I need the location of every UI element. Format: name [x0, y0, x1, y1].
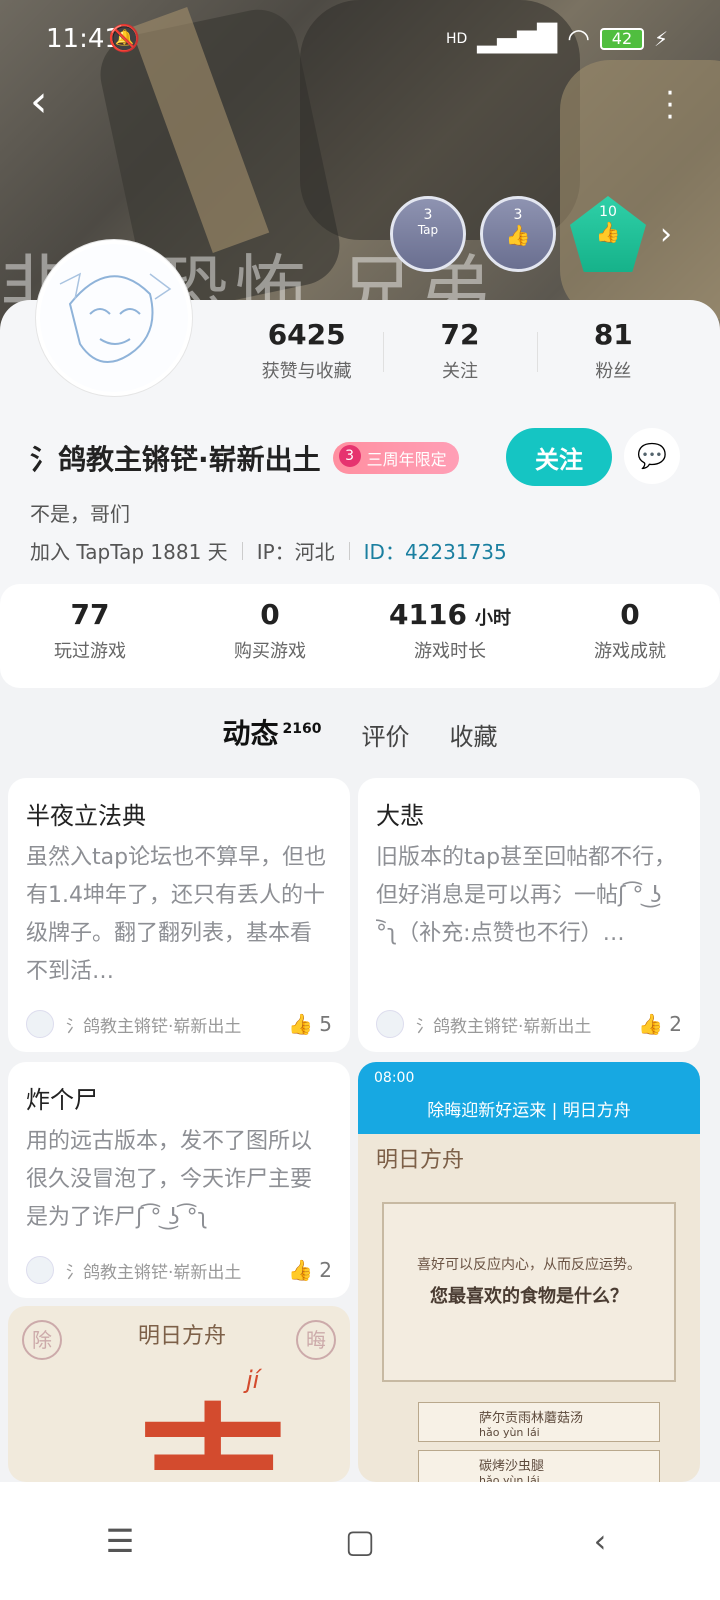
stat-played[interactable]: 77 玩过游戏 [0, 584, 180, 688]
home-icon[interactable]: ▢ [330, 1511, 390, 1571]
tab-feed[interactable]: 动态 2160 [222, 712, 321, 756]
option-1[interactable]: 萨尔贡雨林蘑菇汤 hǎo yùn lái [418, 1402, 660, 1442]
content-tabs: 动态 2160 评价 收藏 [0, 712, 720, 756]
system-nav-bar: ☰ ▢ ‹ [0, 1482, 720, 1600]
post-card[interactable]: 半夜立法典 虽然入tap论坛也不算早，但也有1.4坤年了，还只有丢人的十级牌子。… [8, 778, 350, 1052]
image-post-card[interactable]: 08:00 除晦迎新好运来 | 明日方舟 明日方舟 喜好可以反应内心，从而反应运… [358, 1062, 700, 1482]
stat-playtime[interactable]: 4116 小时 游戏时长 [360, 584, 540, 688]
back-icon[interactable]: ‹ [570, 1511, 630, 1571]
author-avatar [376, 1010, 404, 1038]
wifi-icon: ◠ [567, 24, 590, 54]
tab-reviews[interactable]: 评价 [361, 717, 409, 752]
thumbs-up-icon: 👍 [505, 223, 531, 247]
stat-following[interactable]: 72 关注 [383, 318, 536, 383]
meta-row: 加入 TapTap 1881 天 IP：河北 ID：42231735 [30, 536, 507, 565]
menu-icon[interactable]: ☰ [90, 1511, 150, 1571]
notification-mute-icon: 🔕 [108, 24, 141, 54]
question-panel: 喜好可以反应内心，从而反应运势。 您最喜欢的食物是什么？ [382, 1202, 676, 1382]
name-row: 氵鸽教主锵铓·崭新出土 三周年限定 [30, 438, 459, 478]
ip-info: IP：河北 [256, 540, 335, 564]
badge-2[interactable]: 3 👍 [480, 196, 556, 272]
screenshot-topbar: 08:00 除晦迎新好运来 | 明日方舟 [358, 1062, 700, 1134]
image-post-card[interactable]: 除 晦 明日方舟 吉 jí [8, 1306, 350, 1482]
thumbs-up-icon[interactable]: 👍 [288, 1258, 313, 1282]
brand-text: 明日方舟 [376, 1148, 465, 1173]
badge-3[interactable]: 10 👍 [570, 196, 646, 272]
more-options-button[interactable]: · · · [660, 79, 680, 133]
tab-favorites[interactable]: 收藏 [449, 717, 497, 752]
bio: 不是，哥们 [30, 502, 130, 526]
user-id[interactable]: ID：42231735 [364, 536, 507, 565]
signal-label: HD [445, 31, 468, 47]
user-name: 氵鸽教主锵铓·崭新出土 [30, 443, 321, 476]
status-right: HD ▂▄▆█ ◠ 42 ⚡ [446, 24, 668, 54]
badge-row[interactable]: 3 Tap 3 👍 10 👍 › [390, 196, 672, 272]
limit-tag[interactable]: 三周年限定 [332, 442, 459, 474]
stat-likes[interactable]: 6425 获赞与收藏 [230, 318, 383, 383]
option-2[interactable]: 碳烤沙虫腿 hǎo yùn lái [418, 1450, 660, 1482]
thumbs-up-icon[interactable]: 👍 [288, 1012, 313, 1036]
profile-stats: 6425 获赞与收藏 72 关注 81 粉丝 [230, 318, 690, 383]
post-card[interactable]: 炸个尸 用的远古版本，发不了图所以很久没冒泡了，今天诈尸主要是为了诈尸ʃ ͡° … [8, 1062, 350, 1298]
thumbs-up-icon: 👍 [595, 220, 621, 244]
avatar[interactable] [36, 240, 192, 396]
battery-icon: 42 [599, 28, 644, 50]
follow-button[interactable]: 关注 [506, 428, 612, 486]
stat-followers[interactable]: 81 粉丝 [536, 318, 690, 383]
chat-icon: 💬 [637, 442, 667, 470]
badge-1[interactable]: 3 Tap [390, 196, 466, 272]
game-stats-card: 77 玩过游戏 0 购买游戏 4116 小时 游戏时长 0 游戏成就 [0, 584, 720, 688]
thumbs-up-icon[interactable]: 👍 [638, 1012, 663, 1036]
join-info: 加入 TapTap 1881 天 [30, 540, 228, 564]
stat-purchased[interactable]: 0 购买游戏 [180, 584, 360, 688]
author-avatar [26, 1256, 54, 1284]
stat-achievements[interactable]: 0 游戏成就 [540, 584, 720, 688]
chevron-right-icon[interactable]: › [660, 217, 672, 252]
charging-icon: ⚡ [653, 27, 668, 51]
message-button[interactable]: 💬 [624, 428, 680, 484]
post-card[interactable]: 大悲 旧版本的tap甚至回帖都不行，但好消息是可以再氵一帖ʃ ͡° ͜ʖ ͡°ʅ… [358, 778, 700, 1052]
signal-icon: ▂▄▆█ [477, 24, 558, 54]
status-bar: 11:41 🔕 HD ▂▄▆█ ◠ 42 ⚡ [0, 0, 720, 80]
back-button[interactable]: ‹ [30, 80, 70, 124]
author-avatar [26, 1010, 54, 1038]
